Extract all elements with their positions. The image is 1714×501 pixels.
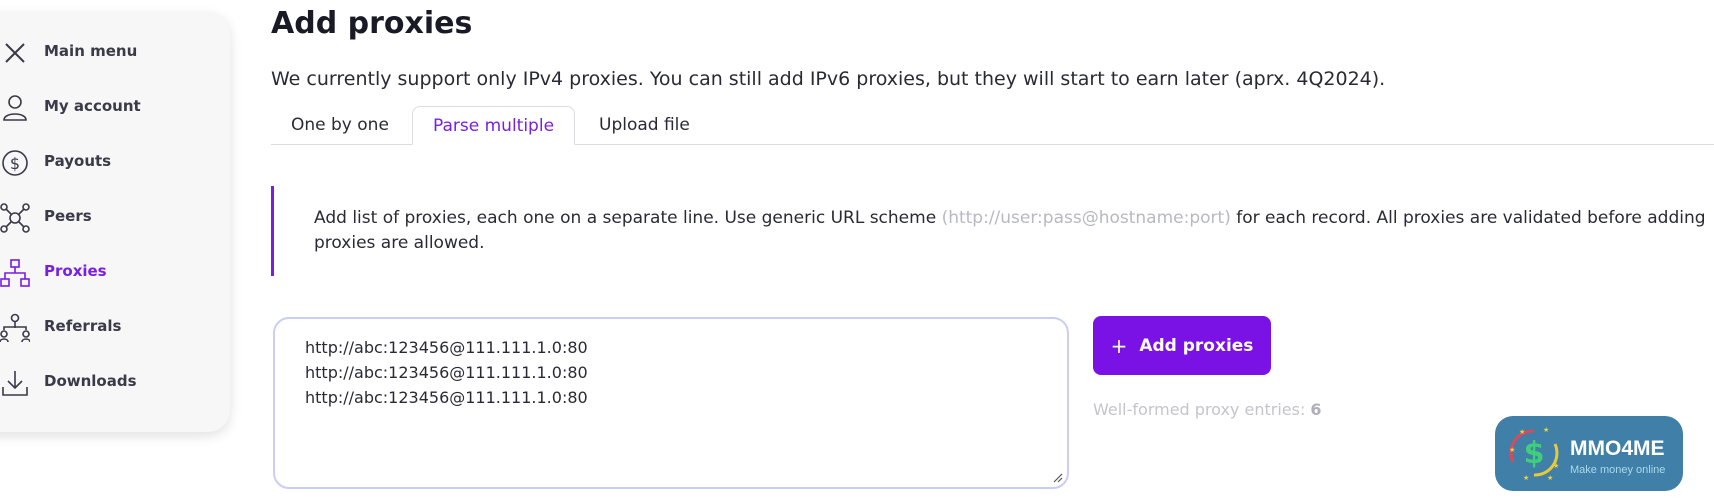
sidebar-item-label: Proxies xyxy=(44,262,107,280)
well-formed-count: Well-formed proxy entries: 6 xyxy=(1093,400,1322,419)
tab-upload-file[interactable]: Upload file xyxy=(579,106,710,144)
sidebar-item-label: My account xyxy=(44,97,141,115)
referrals-icon xyxy=(0,313,30,343)
plus-icon: + xyxy=(1110,333,1128,358)
url-scheme: (http://user:pass@hostname:port) xyxy=(941,208,1231,228)
logo-name: MMO4ME xyxy=(1570,437,1665,460)
peers-icon xyxy=(0,203,30,233)
proxy-line: http://abc:123456@111.111.1.0:80 xyxy=(305,388,588,407)
sidebar-item-proxies[interactable]: Proxies xyxy=(0,252,220,292)
proxy-line: http://abc:123456@111.111.1.0:80 xyxy=(305,363,588,382)
svg-text:★: ★ xyxy=(1543,426,1549,434)
count-label: Well-formed proxy entries: xyxy=(1093,400,1311,419)
tab-parse-multiple[interactable]: Parse multiple xyxy=(412,106,576,145)
svg-text:$: $ xyxy=(10,154,20,173)
svg-text:★: ★ xyxy=(1553,462,1559,470)
info-callout: Add list of proxies, each one on a separ… xyxy=(271,186,1714,276)
resize-handle-icon[interactable] xyxy=(1053,473,1063,483)
sidebar: Main menu My account $ Payouts Peers Pro… xyxy=(0,12,230,432)
sidebar-item-payouts[interactable]: $ Payouts xyxy=(0,142,220,182)
svg-text:★: ★ xyxy=(1547,474,1553,482)
sidebar-item-label: Referrals xyxy=(44,317,122,335)
proxy-line: http://abc:123456@111.111.1.0:80 xyxy=(305,338,588,357)
count-value: 6 xyxy=(1310,400,1322,419)
svg-text:★: ★ xyxy=(1519,428,1525,436)
sidebar-item-label: Downloads xyxy=(44,372,137,390)
user-icon xyxy=(3,95,27,121)
logo-tagline: Make money online xyxy=(1570,464,1666,476)
info-text-before: Add list of proxies, each one on a separ… xyxy=(314,208,942,228)
info-text-line2: proxies are allowed. xyxy=(314,233,485,253)
proxy-list-textarea[interactable]: http://abc:123456@111.111.1.0:80 http://… xyxy=(273,317,1069,489)
add-proxies-button[interactable]: + Add proxies xyxy=(1093,316,1271,375)
dollar-coin-logo-icon: $ ★ ★ ★ ★ ★ ★ xyxy=(1509,426,1559,482)
sidebar-item-label: Main menu xyxy=(44,42,138,60)
info-text-after: for each record. All proxies are validat… xyxy=(1230,208,1706,228)
sidebar-item-my-account[interactable]: My account xyxy=(0,87,220,127)
download-icon xyxy=(2,371,28,396)
page-subtitle: We currently support only IPv4 proxies. … xyxy=(271,68,1386,90)
proxies-icon xyxy=(0,259,30,287)
close-icon xyxy=(5,43,25,63)
mmo4me-logo: $ ★ ★ ★ ★ ★ ★ MMO4ME Make money online xyxy=(1495,416,1683,491)
tab-one-by-one[interactable]: One by one xyxy=(271,106,409,144)
sidebar-item-downloads[interactable]: Downloads xyxy=(0,362,220,402)
sidebar-item-label: Peers xyxy=(44,207,92,225)
sidebar-item-peers[interactable]: Peers xyxy=(0,197,220,237)
add-proxies-label: Add proxies xyxy=(1139,335,1254,356)
dollar-icon: $ xyxy=(2,150,28,176)
svg-text:★: ★ xyxy=(1509,446,1515,454)
page-title: Add proxies xyxy=(271,6,473,41)
info-text: Add list of proxies, each one on a separ… xyxy=(314,206,1714,256)
svg-text:★: ★ xyxy=(1523,474,1529,482)
sidebar-item-referrals[interactable]: Referrals xyxy=(0,307,220,347)
sidebar-item-label: Payouts xyxy=(44,152,112,170)
svg-text:$: $ xyxy=(1524,436,1545,471)
sidebar-item-main-menu[interactable]: Main menu xyxy=(0,32,220,72)
